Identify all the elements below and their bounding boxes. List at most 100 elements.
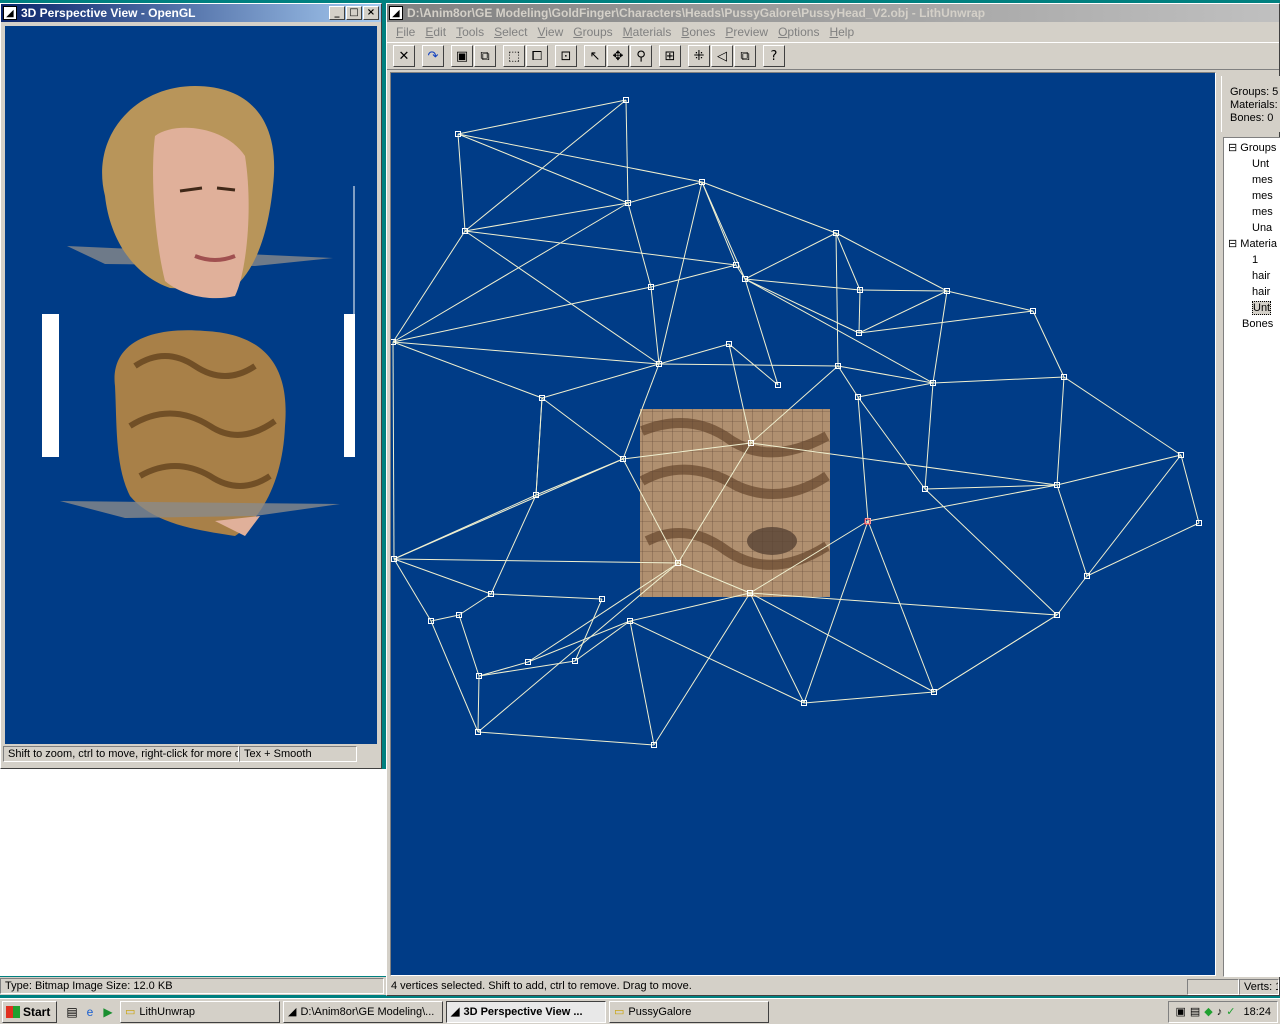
close-button[interactable]: × xyxy=(363,6,379,20)
render-mode: Tex + Smooth xyxy=(239,746,357,762)
uv-edge xyxy=(835,232,839,367)
uv-edge xyxy=(858,289,861,334)
uv-edge xyxy=(650,264,737,288)
uv-edge xyxy=(932,290,948,384)
task-lithunwrap[interactable]: ▭ LithUnwrap xyxy=(120,1000,280,1023)
uv-edge xyxy=(658,343,730,365)
tray-network-icon[interactable]: ▣ xyxy=(1175,1005,1185,1018)
tree-material-item[interactable]: Unt xyxy=(1224,300,1280,316)
uv-viewport[interactable] xyxy=(390,72,1216,976)
menu-file[interactable]: File xyxy=(391,25,420,39)
menu-options[interactable]: Options xyxy=(773,25,824,39)
verts-count: Verts: 1 xyxy=(1239,979,1279,995)
pointer-icon[interactable]: ↖ xyxy=(584,45,606,67)
uv-edge xyxy=(1032,310,1065,378)
menu-bones[interactable]: Bones xyxy=(676,25,720,39)
tray-monitor-icon[interactable]: ▤ xyxy=(1190,1005,1200,1018)
uv-edge xyxy=(650,286,660,365)
head-preview xyxy=(42,86,355,536)
tray-volume-icon[interactable]: ♪ xyxy=(1217,1006,1223,1018)
info-panel: Groups: 5 Materials: 4 Bones: 0 xyxy=(1221,76,1280,132)
main-titlebar[interactable]: ◢ D:\Anim8or\GE Modeling\GoldFinger\Char… xyxy=(387,4,1279,22)
menu-edit[interactable]: Edit xyxy=(420,25,451,39)
uv-edge xyxy=(464,230,660,365)
uv-edge xyxy=(1056,376,1065,486)
uv-edge xyxy=(392,286,652,343)
uv-edge xyxy=(457,133,703,183)
uv-edge xyxy=(527,562,679,663)
zoom-icon[interactable]: ⚲ xyxy=(630,45,652,67)
left-status-bar: Type: Bitmap Image Size: 12.0 KB xyxy=(0,977,386,995)
uv-edge xyxy=(464,230,737,266)
app-icon: ◢ xyxy=(3,6,17,20)
uv-mesh xyxy=(391,97,1202,748)
menu-help[interactable]: Help xyxy=(824,25,859,39)
uv-edge xyxy=(458,593,492,616)
uv-edge xyxy=(392,341,660,365)
maximize-button[interactable]: □ xyxy=(346,6,362,20)
tree-group-item[interactable]: mes xyxy=(1224,204,1280,220)
tray-green-icon[interactable]: ◆ xyxy=(1204,1005,1212,1018)
face-mode-icon[interactable]: ⧉ xyxy=(734,45,756,67)
redo-icon[interactable]: ↷ xyxy=(422,45,444,67)
tree-materials[interactable]: ⊟ Materia xyxy=(1224,236,1280,252)
perspective-titlebar[interactable]: ◢ 3D Perspective View - OpenGL _ □ × xyxy=(1,4,381,22)
tray-check-icon[interactable]: ✓ xyxy=(1226,1005,1235,1018)
delete-icon[interactable]: ✕ xyxy=(393,45,415,67)
tree-material-item[interactable]: hair xyxy=(1224,284,1280,300)
move-icon[interactable]: ✥ xyxy=(607,45,629,67)
select-center-icon[interactable]: ⊡ xyxy=(555,45,577,67)
uv-edge xyxy=(857,396,926,490)
task-perspective[interactable]: ◢ 3D Perspective View ... xyxy=(446,1000,606,1023)
help-context-icon[interactable]: ? xyxy=(763,45,785,67)
uv-edge xyxy=(744,232,837,280)
quicklaunch-ie-icon[interactable]: e xyxy=(81,1005,99,1019)
menu-tools[interactable]: Tools xyxy=(451,25,489,39)
quicklaunch-media-icon[interactable]: ▶ xyxy=(99,1005,117,1019)
zoom-fit-icon[interactable]: ⊞ xyxy=(659,45,681,67)
start-button[interactable]: Start xyxy=(2,1000,57,1023)
tree-bones[interactable]: Bones xyxy=(1224,316,1280,332)
opengl-viewport[interactable] xyxy=(5,26,377,744)
main-title: D:\Anim8or\GE Modeling\GoldFinger\Charac… xyxy=(407,6,986,20)
tree-material-item[interactable]: hair xyxy=(1224,268,1280,284)
tree-group-item[interactable]: mes xyxy=(1224,172,1280,188)
tree-material-item[interactable]: 1 xyxy=(1224,252,1280,268)
menu-view[interactable]: View xyxy=(532,25,568,39)
copy-icon[interactable]: ⧉ xyxy=(474,45,496,67)
tree-group-item[interactable]: Unt xyxy=(1224,156,1280,172)
uv-edge xyxy=(629,592,751,622)
uv-edge xyxy=(835,232,948,292)
uv-edge xyxy=(858,310,1034,334)
uv-edge xyxy=(744,278,860,334)
tree-group-item[interactable]: Una xyxy=(1224,220,1280,236)
uv-edge xyxy=(858,290,948,334)
minimize-button[interactable]: _ xyxy=(329,6,345,20)
task-folder[interactable]: ▭ PussyGalore xyxy=(609,1000,769,1023)
vertex-mode-icon[interactable]: ⁜ xyxy=(688,45,710,67)
quicklaunch-desktop-icon[interactable]: ▤ xyxy=(63,1005,81,1019)
menu-materials[interactable]: Materials xyxy=(618,25,677,39)
uv-edge xyxy=(625,99,629,204)
uv-edge xyxy=(658,181,703,365)
uv-edge xyxy=(835,232,861,291)
menu-select[interactable]: Select xyxy=(489,25,532,39)
edge-mode-icon[interactable]: ◁ xyxy=(711,45,733,67)
select-group-icon[interactable]: ⧠ xyxy=(526,45,548,67)
select-rect-icon[interactable]: ⬚ xyxy=(503,45,525,67)
uv-edge xyxy=(946,290,1034,312)
save-icon[interactable]: ▣ xyxy=(451,45,473,67)
perspective-hint: Shift to zoom, ctrl to move, right-click… xyxy=(3,746,239,762)
menu-preview[interactable]: Preview xyxy=(720,25,773,39)
uv-edge xyxy=(541,363,660,399)
task-main-window[interactable]: ◢ D:\Anim8or\GE Modeling\... xyxy=(283,1000,443,1023)
toolbar: ✕ ↷ ▣ ⧉ ⬚ ⧠ ⊡ ↖ ✥ ⚲ ⊞ ⁜ ◁ ⧉ ? xyxy=(387,42,1279,70)
uv-edge xyxy=(1063,376,1182,456)
uv-edge xyxy=(803,691,935,704)
selection-status: 4 vertices selected. Shift to add, ctrl … xyxy=(391,980,692,992)
menu-groups[interactable]: Groups xyxy=(568,25,617,39)
tree-groups[interactable]: ⊟ Groups xyxy=(1224,140,1280,156)
uv-edge xyxy=(464,99,627,232)
uv-edge xyxy=(477,675,480,733)
tree-group-item[interactable]: mes xyxy=(1224,188,1280,204)
